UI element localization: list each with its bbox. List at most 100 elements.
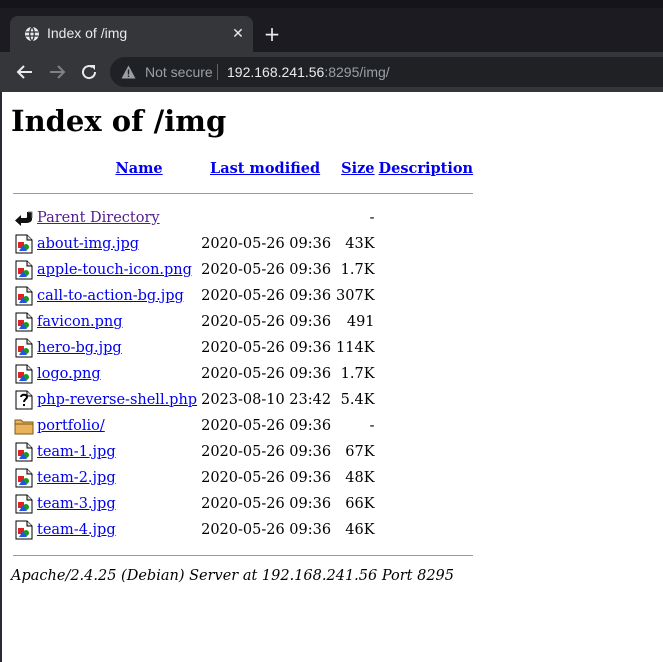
reload-icon[interactable]: [77, 60, 101, 84]
size-cell: 307K: [336, 288, 375, 304]
size-cell: 114K: [336, 340, 375, 356]
description-cell: [377, 205, 474, 231]
file-link[interactable]: call-to-action-bg.jpg: [37, 288, 184, 304]
modified-cell: 2020-05-26 09:36: [201, 340, 332, 356]
security-label[interactable]: Not secure: [145, 64, 213, 80]
modified-cell: 2020-05-26 09:36: [201, 418, 332, 434]
toolbar: Not secure 192.168.241.56:8295/img/: [0, 52, 663, 92]
url-path: :8295/img/: [324, 64, 390, 80]
file-link[interactable]: team-4.jpg: [37, 522, 116, 538]
globe-icon: [25, 26, 39, 42]
header-divider: [13, 192, 474, 194]
description-cell: [377, 491, 474, 517]
page-title: Index of /img: [11, 104, 227, 138]
modified-column-header: Last modified: [199, 155, 333, 181]
sort-by-modified-link[interactable]: Last modified: [210, 160, 320, 177]
browser-chrome: Index of /img ✕ + Not secure 192.168.241…: [0, 0, 663, 92]
row-icon-cell: [13, 439, 35, 465]
file-link[interactable]: Parent Directory: [37, 210, 160, 226]
size-cell: 48K: [345, 470, 375, 486]
name-cell: logo.png: [35, 361, 199, 387]
header-divider-row: [13, 181, 474, 205]
modified-cell: 2020-05-26 09:36: [201, 288, 332, 304]
new-tab-icon[interactable]: +: [262, 24, 282, 44]
table-row: about-img.jpg 2020-05-26 09:36 43K: [13, 231, 473, 257]
file-link[interactable]: about-img.jpg: [37, 236, 139, 252]
sort-by-description-link[interactable]: Description: [379, 160, 474, 177]
description-cell: [377, 335, 474, 361]
size-cell: 1.7K: [340, 262, 375, 278]
name-column-header: Name: [35, 155, 199, 181]
table-row: call-to-action-bg.jpg 2020-05-26 09:36 307…: [13, 283, 473, 309]
unknown-file-icon: [14, 390, 34, 410]
modified-cell: 2020-05-26 09:36: [201, 496, 332, 512]
back-arrow-icon[interactable]: [13, 60, 37, 84]
description-column-header: Description: [377, 155, 474, 181]
table-row: hero-bg.jpg 2020-05-26 09:36 114K: [13, 335, 473, 361]
size-cell: 5.4K: [340, 392, 375, 408]
image-icon: [14, 520, 34, 540]
header-row: Name Last modified Size Description: [13, 155, 473, 181]
name-cell: call-to-action-bg.jpg: [35, 283, 199, 309]
image-icon: [14, 234, 34, 254]
row-icon-cell: [13, 361, 35, 387]
size-cell: 67K: [345, 444, 375, 460]
row-icon-cell: [13, 257, 35, 283]
url-text[interactable]: 192.168.241.56:8295/img/: [227, 64, 390, 80]
folder-icon: [14, 416, 34, 436]
file-link[interactable]: portfolio/: [37, 418, 105, 434]
size-cell: 66K: [345, 496, 375, 512]
file-link[interactable]: apple-touch-icon.png: [37, 262, 192, 278]
tab-strip-edge: [0, 0, 663, 8]
file-link[interactable]: logo.png: [37, 366, 101, 382]
sort-by-size-link[interactable]: Size: [341, 160, 374, 177]
server-signature: Apache/2.4.25 (Debian) Server at 192.168…: [11, 568, 455, 584]
name-cell: team-3.jpg: [35, 491, 199, 517]
table-row: team-1.jpg 2020-05-26 09:36 67K: [13, 439, 473, 465]
forward-arrow-icon[interactable]: [45, 60, 69, 84]
image-icon: [14, 494, 34, 514]
icon-column-header: [13, 155, 35, 181]
name-cell: favicon.png: [35, 309, 199, 335]
table-row: team-3.jpg 2020-05-26 09:36 66K: [13, 491, 473, 517]
url-host: 192.168.241.56: [227, 64, 325, 80]
row-icon-cell: [13, 413, 35, 439]
description-cell: [377, 413, 474, 439]
image-icon: [14, 312, 34, 332]
sort-by-name-link[interactable]: Name: [115, 160, 162, 177]
file-link[interactable]: php-reverse-shell.php: [37, 392, 197, 408]
name-cell: portfolio/: [35, 413, 199, 439]
file-link[interactable]: hero-bg.jpg: [37, 340, 122, 356]
description-cell: [377, 387, 474, 413]
image-icon: [14, 286, 34, 306]
description-cell: [377, 439, 474, 465]
table-row: php-reverse-shell.php 2023-08-10 23:42 5.4…: [13, 387, 473, 413]
file-link[interactable]: team-1.jpg: [37, 444, 116, 460]
table-row: apple-touch-icon.png 2020-05-26 09:36 1.7K: [13, 257, 473, 283]
size-cell: 43K: [345, 236, 375, 252]
modified-cell: 2023-08-10 23:42: [201, 392, 332, 408]
size-cell: 491: [346, 314, 375, 330]
size-cell: 46K: [345, 522, 375, 538]
back-icon: [14, 208, 34, 228]
file-link[interactable]: favicon.png: [37, 314, 123, 330]
active-tab[interactable]: Index of /img ✕: [10, 16, 253, 52]
name-cell: team-4.jpg: [35, 517, 199, 543]
description-cell: [377, 517, 474, 543]
file-link[interactable]: team-2.jpg: [37, 470, 116, 486]
name-cell: team-1.jpg: [35, 439, 199, 465]
row-icon-cell: [13, 465, 35, 491]
address-bar[interactable]: Not secure 192.168.241.56:8295/img/: [110, 57, 663, 87]
row-icon-cell: [13, 491, 35, 517]
image-icon: [14, 260, 34, 280]
row-icon-cell: [13, 283, 35, 309]
warning-icon[interactable]: [121, 65, 136, 79]
name-cell: apple-touch-icon.png: [35, 257, 199, 283]
row-icon-cell: [13, 309, 35, 335]
close-tab-icon[interactable]: ✕: [229, 25, 247, 43]
size-cell: -: [369, 418, 375, 434]
tab-strip: Index of /img ✕ +: [0, 0, 663, 52]
file-link[interactable]: team-3.jpg: [37, 496, 116, 512]
description-cell: [377, 283, 474, 309]
modified-cell: [199, 205, 333, 231]
